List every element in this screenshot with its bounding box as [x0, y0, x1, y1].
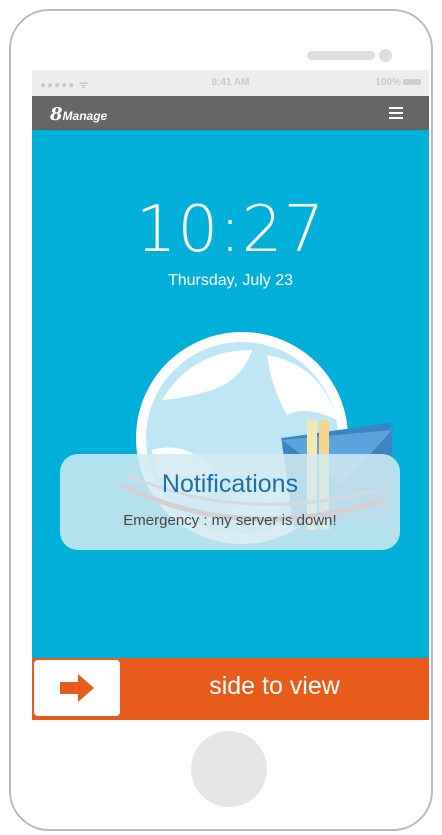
- logo-digit: 8: [50, 104, 63, 125]
- notification-title: Notifications: [161, 470, 299, 498]
- slide-to-view-bar[interactable]: side to view: [32, 658, 429, 720]
- home-button[interactable]: [191, 731, 267, 807]
- lock-date: Thursday, July 23: [167, 272, 294, 289]
- battery-icon: [403, 79, 421, 86]
- lock-clock: 10:27: [135, 193, 326, 267]
- slider-handle[interactable]: [34, 660, 120, 716]
- lock-screen: 10:27 Thursday, July 23 Notifications Em…: [32, 130, 429, 720]
- logo-text: Manage: [62, 109, 108, 123]
- hamburger-menu-icon[interactable]: [389, 107, 403, 119]
- slider-label: side to view: [209, 672, 340, 700]
- speaker-grille: [307, 51, 375, 60]
- status-time: 9:41 AM: [211, 77, 250, 88]
- phone-screen: ●●●●● ᯤ 9:41 AM 100% 8Manage 10:27 Thurs…: [32, 70, 429, 720]
- battery-percent: 100%: [375, 77, 401, 88]
- app-logo: 8Manage: [50, 104, 107, 125]
- front-camera: [379, 49, 392, 62]
- app-bar: 8Manage: [32, 96, 429, 130]
- status-bar: ●●●●● ᯤ 9:41 AM 100%: [32, 70, 429, 96]
- notification-message: Emergency : my server is down!: [123, 512, 337, 529]
- battery-indicator: 100%: [375, 77, 421, 88]
- arrow-right-icon: [60, 674, 94, 702]
- notification-card[interactable]: Notifications Emergency : my server is d…: [60, 454, 400, 550]
